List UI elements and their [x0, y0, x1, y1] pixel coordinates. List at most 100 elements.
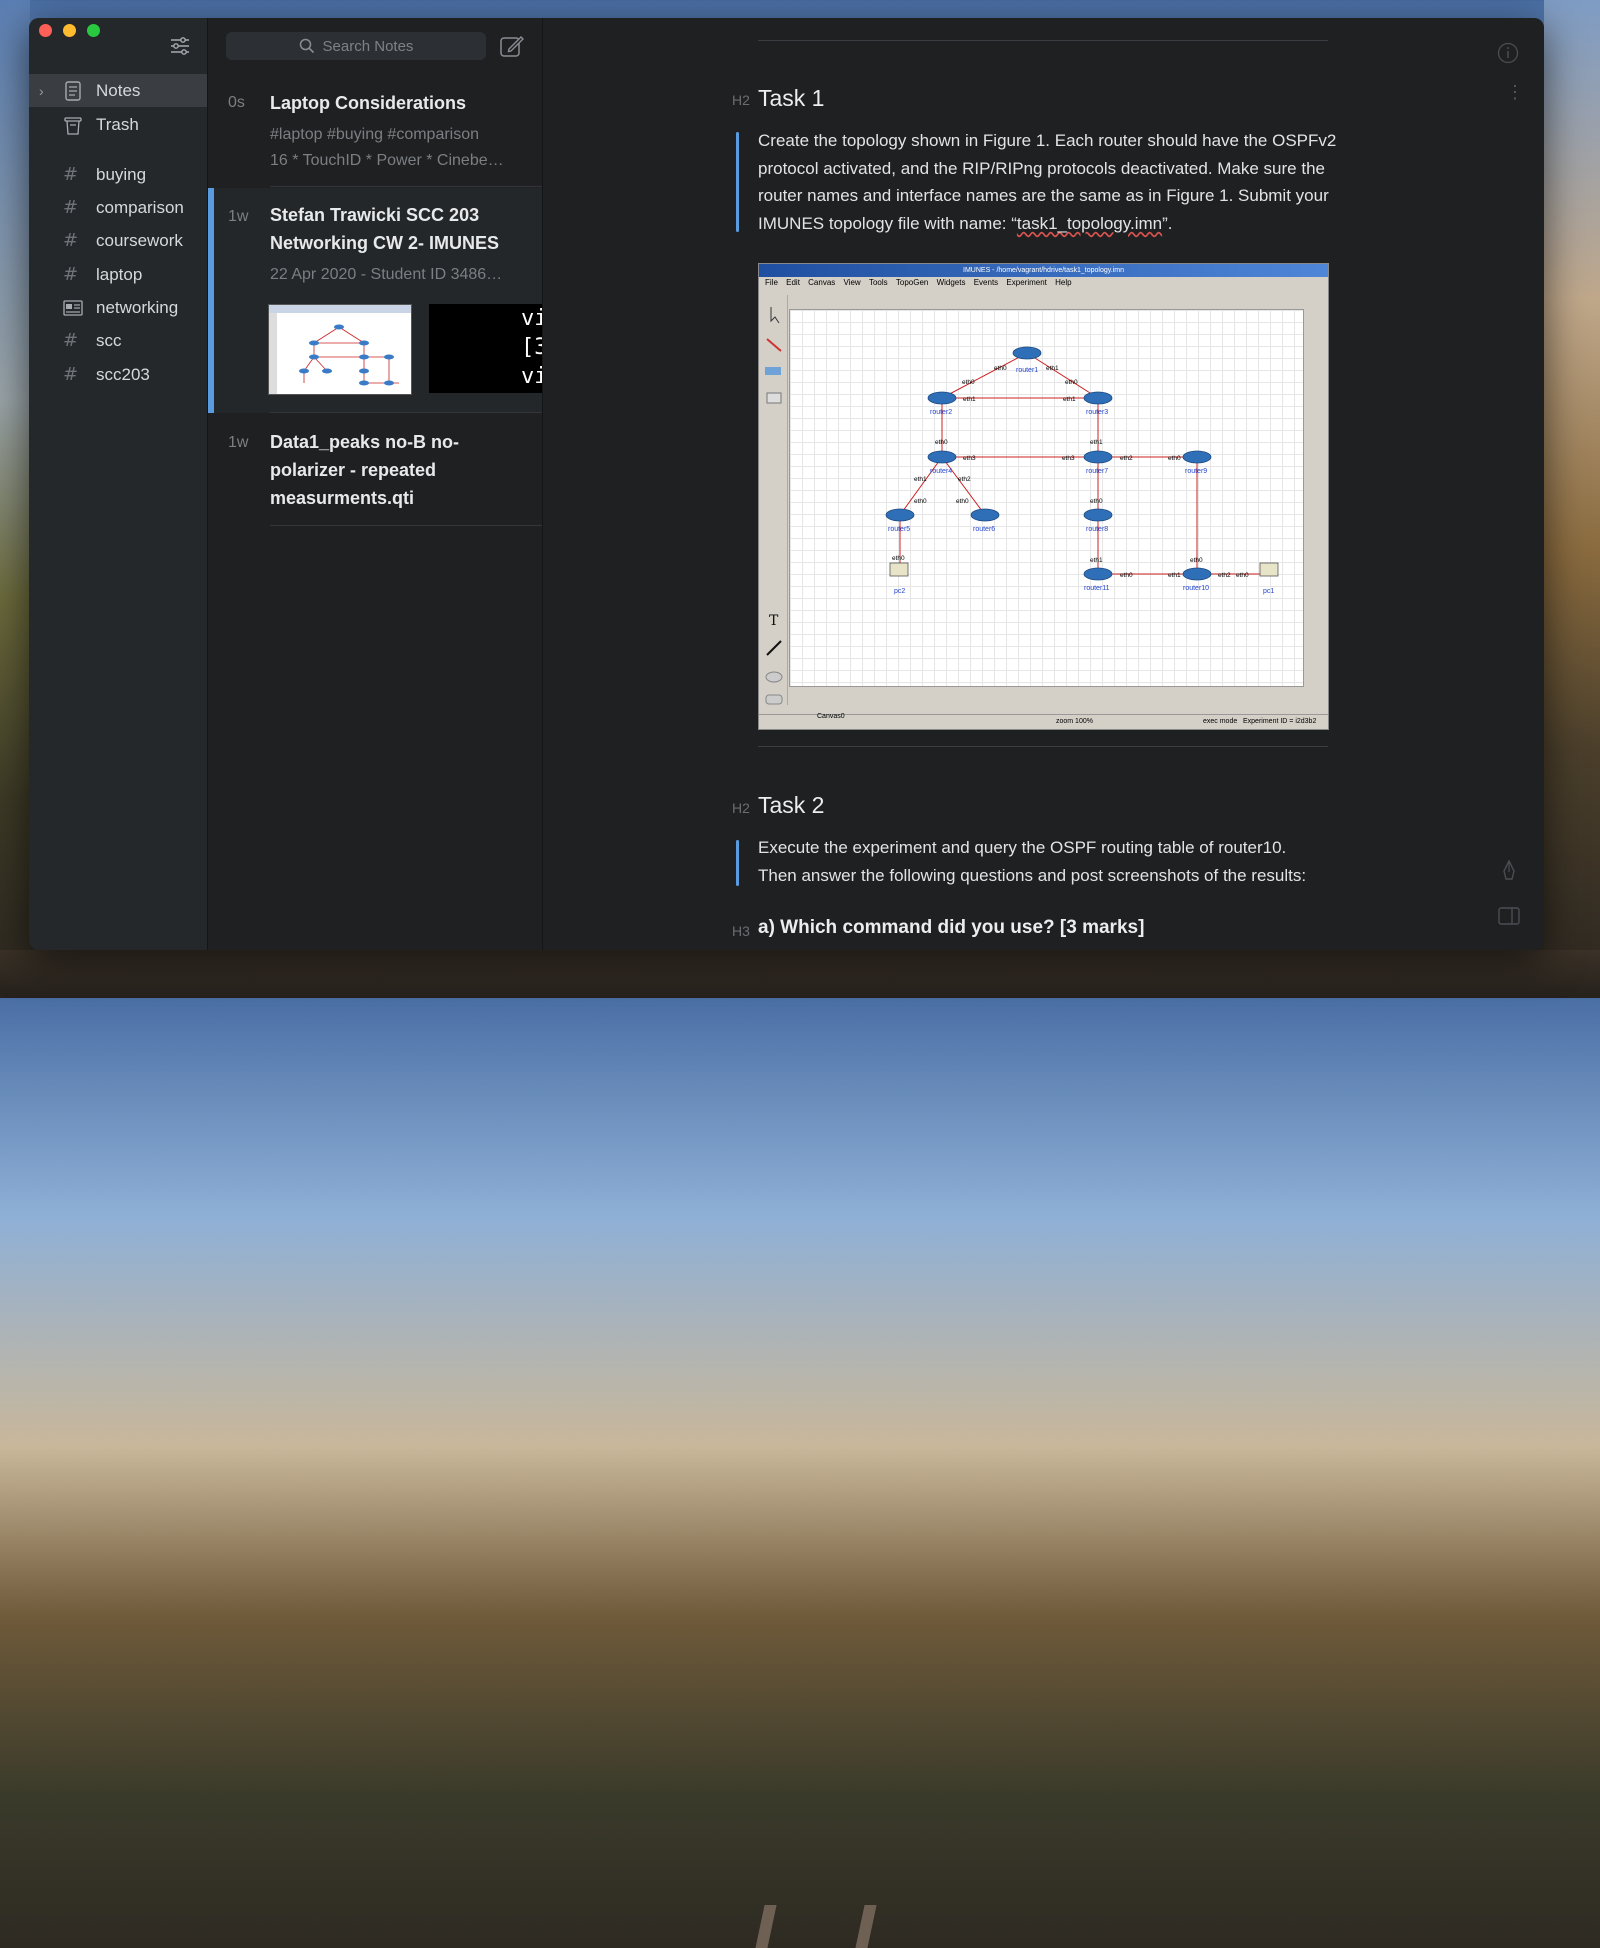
svg-text:eth0: eth0 [1236, 572, 1249, 579]
compose-note-icon[interactable] [499, 33, 525, 59]
note-list-item[interactable]: 0s Laptop Considerations #laptop #buying… [208, 74, 542, 187]
exec-mode: exec mode [1203, 718, 1238, 725]
svg-text:eth2: eth2 [958, 476, 971, 483]
filename-text: task1_topology.imn [1016, 213, 1163, 233]
question-a-heading: a) Which command did you use? [3 marks] [758, 917, 1145, 938]
node-label: pc2 [894, 588, 905, 595]
imunes-toolbox: T [761, 295, 788, 705]
heading-task-1: Task 1 [758, 85, 825, 111]
sidebar-toggle-icon[interactable] [1498, 906, 1520, 926]
more-options-icon[interactable]: ⋮ [1506, 83, 1524, 101]
imunes-menu-item: Edit [786, 278, 800, 287]
divider [270, 186, 542, 187]
node-label: router10 [1183, 585, 1209, 592]
terminal-text: vi [521, 364, 542, 389]
tag-label: comparison [96, 197, 184, 217]
horizontal-rule [758, 40, 1328, 41]
svg-text:eth1: eth1 [1063, 396, 1076, 403]
svg-text:eth0: eth0 [892, 555, 905, 562]
hash-icon: # [63, 164, 79, 185]
imunes-topology-image[interactable]: IMUNES - /home/vagrant/hdrive/task1_topo… [758, 263, 1329, 730]
sidebar-item-trash[interactable]: Trash [29, 108, 207, 141]
node-label: router6 [973, 526, 995, 533]
svg-text:eth2: eth2 [1218, 572, 1231, 579]
pen-icon[interactable] [1498, 859, 1520, 883]
horizontal-rule [758, 746, 1328, 747]
zoom-window-button[interactable] [87, 24, 100, 37]
imunes-status-bar: Canvas0 zoom 100% exec mode Experiment I… [759, 713, 1328, 729]
heading-level-marker: H3 [732, 923, 750, 939]
imunes-menu-item: View [843, 278, 861, 287]
sidebar-tag-networking[interactable]: networking [29, 291, 207, 324]
svg-text:eth0: eth0 [914, 498, 927, 505]
hash-icon: # [63, 197, 79, 218]
svg-text:eth0: eth0 [1090, 498, 1103, 505]
search-placeholder: Search Notes [322, 37, 414, 55]
sidebar-tag-scc[interactable]: # scc [29, 324, 207, 357]
node-label: router11 [1084, 585, 1110, 592]
imunes-menu-item: Help [1055, 278, 1072, 287]
node-label: router8 [1086, 526, 1108, 533]
imunes-menu-item: Events [973, 278, 999, 287]
node-label: router2 [930, 409, 952, 416]
sidebar-tag-buying[interactable]: # buying [29, 158, 207, 191]
svg-text:eth0: eth0 [935, 439, 948, 446]
sidebar-item-notes[interactable]: › Notes [29, 74, 207, 107]
minimize-window-button[interactable] [63, 24, 76, 37]
note-preview: #laptop #buying #comparison [270, 126, 480, 143]
divider [270, 525, 542, 526]
hash-icon: # [63, 330, 79, 351]
filter-sliders-icon[interactable] [169, 35, 191, 57]
sidebar: › Notes Trash # buying # comparison # co… [29, 18, 208, 950]
sidebar-item-label: Trash [96, 114, 139, 134]
note-editor[interactable]: ⋮ H2 Task 1 Create the topology shown in… [543, 18, 1544, 950]
hash-icon: # [63, 264, 79, 285]
experiment-id: Experiment ID = i2d3b2 [1243, 718, 1317, 725]
note-thumbnail-topology [268, 304, 412, 395]
node-label: pc1 [1263, 588, 1274, 595]
zoom-level: zoom 100% [1056, 718, 1093, 725]
svg-text:eth1: eth1 [1046, 365, 1059, 372]
sidebar-tag-coursework[interactable]: # coursework [29, 224, 207, 257]
note-list-item[interactable]: 1w Data1_peaks no-B no-polarizer - repea… [208, 414, 542, 526]
desktop-wallpaper-left [0, 0, 30, 998]
divider [270, 412, 542, 413]
sidebar-tag-comparison[interactable]: # comparison [29, 191, 207, 224]
note-preview: 16 * TouchID * Power * Cinebe… [270, 152, 504, 169]
bear-app-window: › Notes Trash # buying # comparison # co… [29, 18, 1544, 950]
imunes-menu-item: Widgets [936, 278, 966, 287]
hash-icon: # [63, 364, 79, 385]
svg-text:eth1: eth1 [1090, 439, 1103, 446]
rail-decor [755, 1905, 777, 1948]
notes-list: Search Notes 0s Laptop Considerations #l… [208, 18, 543, 950]
tag-label: scc [96, 330, 122, 350]
task-1-paragraph: Create the topology shown in Figure 1. E… [758, 127, 1338, 237]
chevron-right-icon[interactable]: › [39, 83, 44, 99]
note-preview: 22 Apr 2020 - Student ID 3486… [270, 266, 503, 283]
imunes-menu-bar: File Edit Canvas View Tools TopoGen Widg… [759, 278, 1328, 292]
heading-level-marker: H2 [732, 800, 750, 816]
rail-decor [855, 1905, 877, 1948]
node-label: router5 [888, 526, 910, 533]
trash-icon [64, 116, 82, 135]
svg-text:eth0: eth0 [1190, 557, 1203, 564]
info-icon[interactable] [1497, 42, 1519, 64]
note-age: 1w [228, 434, 249, 451]
imunes-window-title: IMUNES - /home/vagrant/hdrive/task1_topo… [759, 264, 1328, 277]
note-list-item-selected[interactable]: 1w Stefan Trawicki SCC 203 Networking CW… [208, 188, 542, 413]
close-window-button[interactable] [39, 24, 52, 37]
search-input[interactable]: Search Notes [226, 32, 486, 60]
svg-text:eth3: eth3 [963, 455, 976, 462]
svg-text:eth1: eth1 [1090, 557, 1103, 564]
svg-text:eth1: eth1 [1168, 572, 1181, 579]
newspaper-icon [63, 299, 83, 316]
svg-text:eth0: eth0 [1120, 572, 1133, 579]
note-thumbnail-terminal: vi [3 vi [429, 304, 542, 393]
desktop-wallpaper-right [1544, 0, 1600, 998]
sidebar-tag-laptop[interactable]: # laptop [29, 258, 207, 291]
imunes-menu-item: Tools [868, 278, 888, 287]
node-label: router3 [1086, 409, 1108, 416]
imunes-canvas: eth0 eth0 eth1 eth0 eth1 eth1 eth0 eth1 eth3 e… [789, 309, 1304, 687]
sidebar-tag-scc203[interactable]: # scc203 [29, 358, 207, 391]
svg-text:eth0: eth0 [1168, 455, 1181, 462]
